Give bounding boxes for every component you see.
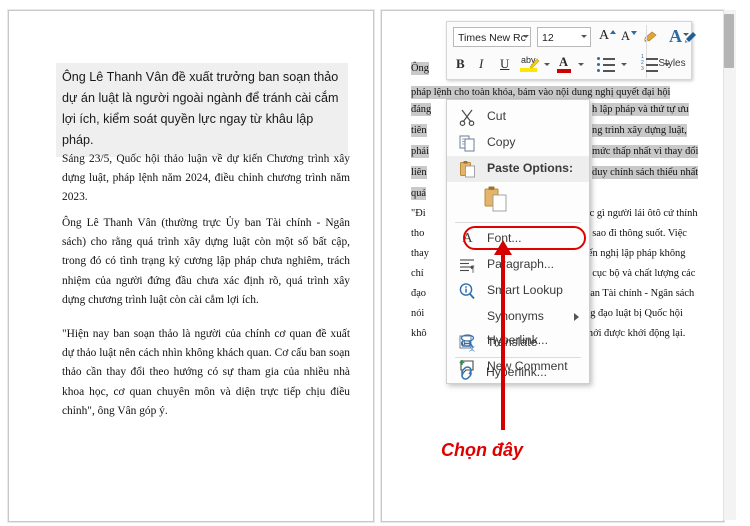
grow-font-arrow-icon — [610, 30, 616, 34]
left-paragraph-2: Ông Lê Thanh Vân (thường trực Ủy ban Tài… — [62, 217, 350, 306]
magnifier-info-icon — [459, 283, 475, 300]
right-document-line: quá — [411, 187, 427, 200]
document-page-left[interactable]: Ông Lê Thanh Vân đề xuất trưởng ban soạn… — [8, 10, 374, 522]
font-color-bar — [557, 69, 571, 73]
font-color-chevron-down-icon[interactable] — [578, 63, 584, 66]
menu-item-paragraph-label: Paragraph... — [487, 257, 555, 271]
hyperlink-icon — [461, 366, 472, 380]
right-document-line: duy chính sách thiểu nhất — [592, 166, 699, 179]
annotation-arrow-shaft — [501, 248, 505, 430]
styles-chevron-down-icon[interactable] — [683, 33, 689, 36]
right-document-line: nói — [411, 308, 425, 319]
numbering-chevron-down-icon[interactable] — [664, 63, 670, 66]
right-document-line: đạo — [411, 288, 427, 299]
font-a-icon: A — [462, 231, 473, 246]
copy-icon — [459, 135, 475, 152]
vertical-scrollbar-track[interactable] — [723, 10, 736, 520]
right-document-line: đảng — [411, 103, 432, 116]
right-document-line: iến nghị lập pháp không — [585, 248, 686, 259]
right-document-line: tho — [411, 228, 425, 239]
underline-button[interactable]: U — [500, 56, 509, 72]
right-document-line: h lập pháp và thứ tự ưu — [592, 103, 689, 116]
right-document-line: liên — [411, 166, 427, 179]
bold-button[interactable]: B — [456, 56, 465, 72]
right-document-line: a sao đi thông suốt. Việc — [585, 228, 687, 239]
menu-item-synonyms-label: Synonyms — [487, 309, 544, 323]
paste-keep-formatting-icon[interactable] — [483, 184, 509, 214]
paste-options-gallery[interactable] — [447, 182, 589, 216]
mini-format-toolbar[interactable]: Times New Rc 12 A A A Styles B I U aby A… — [446, 21, 696, 80]
context-menu[interactable]: Cut Copy Paste Options: A Font... ¶ Para… — [446, 99, 590, 384]
right-document-line: chí — [411, 268, 424, 279]
highlight-chevron-down-icon[interactable] — [544, 63, 550, 66]
font-name-value: Times New Rc — [458, 32, 526, 44]
svg-text:¶: ¶ — [471, 264, 475, 274]
shrink-font-arrow-icon — [631, 31, 637, 35]
menu-item-paste-options: Paste Options: — [447, 156, 589, 182]
highlight-pen-icon — [529, 58, 540, 69]
clipboard-icon — [460, 161, 475, 178]
font-name-chevron-down-icon[interactable] — [523, 35, 529, 38]
scissors-icon — [459, 109, 475, 126]
menu-item-paste-options-label: Paste Options: — [487, 161, 574, 175]
right-document-line: thay — [411, 248, 429, 259]
menu-item-smart-lookup[interactable]: Smart Lookup — [447, 278, 589, 304]
right-document-line: mức thấp nhất vì thay đổi — [592, 145, 699, 158]
menu-item-smart-lookup-label: Smart Lookup — [487, 283, 563, 297]
menu-item-copy-label: Copy — [487, 135, 516, 149]
styles-icon[interactable]: A — [669, 26, 682, 47]
left-lead-paragraph: Ông Lê Thanh Vân đề xuất trưởng ban soạn… — [56, 63, 348, 157]
submenu-arrow-icon — [574, 313, 579, 321]
hyperlink-icon — [460, 334, 475, 347]
menu-item-cut[interactable]: Cut — [447, 104, 589, 130]
right-document-line: phải — [411, 145, 429, 158]
right-document-line: mới được khởi động lại. — [585, 328, 686, 339]
shrink-font-icon[interactable]: A — [621, 29, 630, 44]
annotation-label: Chọn đây — [441, 440, 524, 460]
bullets-chevron-down-icon[interactable] — [621, 63, 627, 66]
right-document-line: tiên — [411, 124, 427, 137]
right-document-line: Ông — [411, 62, 429, 75]
menu-item-synonyms[interactable]: Synonyms — [447, 304, 589, 330]
left-paragraph-3: "Hiện nay ban soạn thảo là người của chí… — [62, 328, 350, 417]
grow-font-icon[interactable]: A — [599, 28, 609, 44]
menu-item-copy[interactable]: Copy — [447, 130, 589, 156]
font-color-icon[interactable]: A — [559, 55, 568, 70]
menu-item-cut-label: Cut — [487, 109, 506, 123]
screenshot-canvas: Ông Lê Thanh Vân đề xuất trưởng ban soạn… — [0, 0, 750, 526]
menu-divider-1 — [455, 222, 581, 223]
menu-item-hyperlink-label: Hyperlink... — [486, 365, 547, 379]
menu-item-paragraph[interactable]: ¶ Paragraph... — [447, 252, 589, 278]
italic-button[interactable]: I — [479, 56, 483, 72]
menu-item-hyperlink-row[interactable]: Hyperlink... — [447, 328, 589, 354]
right-document-line: ác gì người lái ôtô cứ thính — [585, 208, 698, 219]
styles-label: Styles — [658, 58, 686, 69]
vertical-scrollbar-thumb[interactable] — [724, 14, 734, 68]
right-document-line: "Đi — [411, 208, 426, 219]
font-name-combobox[interactable]: Times New Rc — [453, 27, 531, 47]
menu-item-hyperlink-row-label: Hyperlink... — [487, 333, 548, 347]
right-document-line: pháp lệnh cho toàn khóa, bám vào nội dun… — [411, 86, 671, 99]
font-size-chevron-down-icon[interactable] — [581, 35, 587, 38]
paragraph-icon: ¶ — [460, 259, 475, 274]
right-document-line: oan Tài chính - Ngân sách — [585, 288, 695, 299]
right-document-line: ng trình xây dựng luật, — [592, 124, 687, 137]
font-size-value: 12 — [542, 32, 554, 44]
annotation-arrow-head — [494, 240, 512, 255]
right-document-line: khô — [411, 328, 427, 339]
menu-item-font[interactable]: A Font... — [447, 226, 589, 252]
menu-item-hyperlink[interactable]: Hyperlink... — [446, 360, 588, 386]
styles-brush-icon — [685, 32, 696, 43]
right-document-line: ng đạo luật bị Quốc hội — [585, 308, 683, 319]
left-document-body: Ông Lê Thanh Vân đề xuất trưởng ban soạn… — [9, 11, 373, 521]
left-paragraph-1: Sáng 23/5, Quốc hội thảo luận về dự kiến… — [62, 153, 350, 204]
right-document-line: a cục bộ và chất lượng các — [585, 268, 696, 279]
